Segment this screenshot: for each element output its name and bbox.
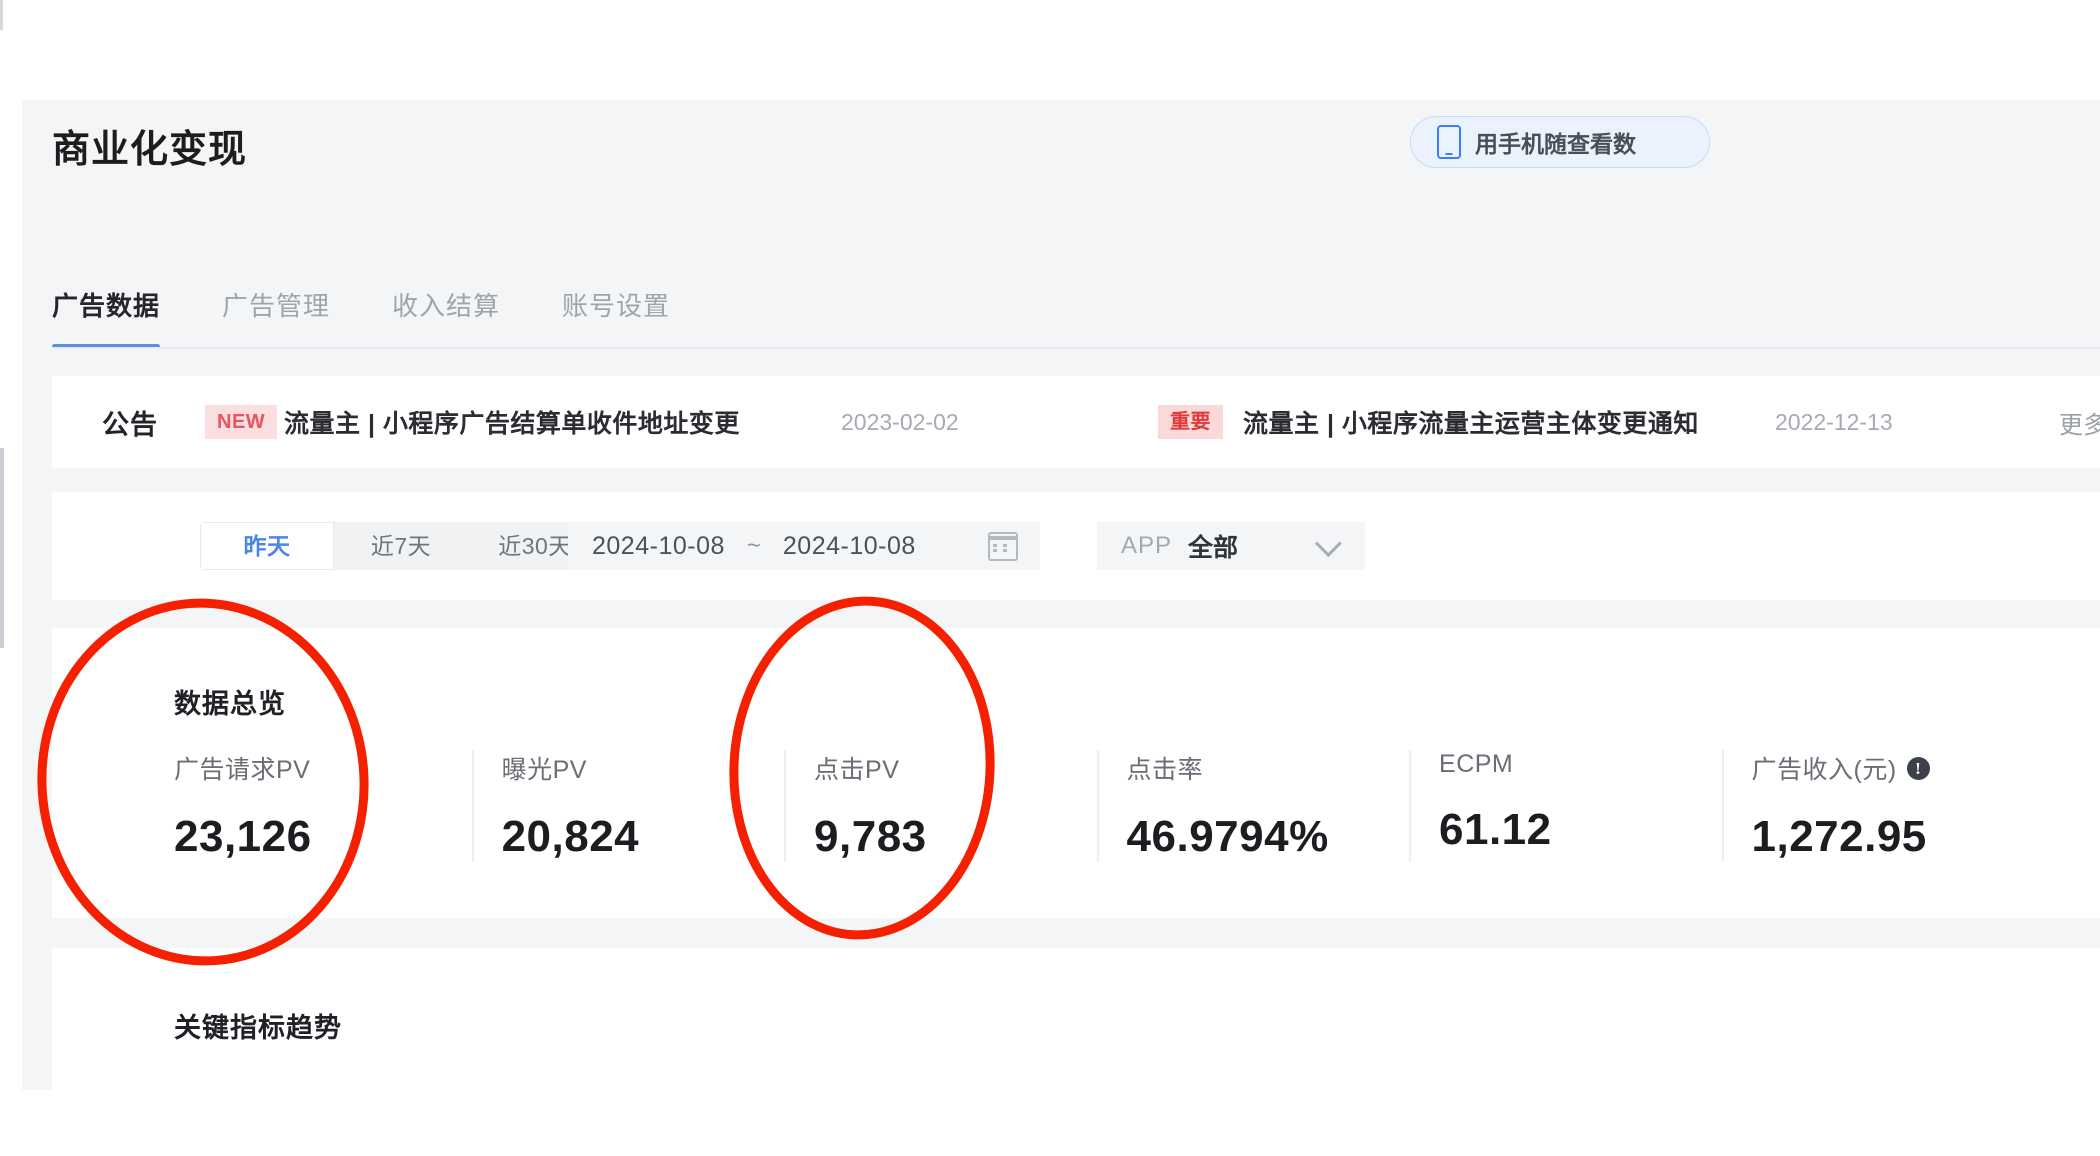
data-overview-title: 数据总览 <box>174 689 286 719</box>
tab-ad-management[interactable]: 广告管理 <box>222 286 330 349</box>
metric-value: 61.12 <box>1439 805 1552 854</box>
date-range-start[interactable]: 2024-10-08 <box>592 532 725 561</box>
announcement-badge-important: 重要 <box>1158 405 1223 439</box>
metric-exposure-pv: 曝光PV 20,824 <box>471 750 784 862</box>
metric-value: 20,824 <box>501 812 640 861</box>
metric-label-text: ECPM <box>1439 750 1514 778</box>
metric-label: 广告请求PV <box>174 750 472 786</box>
announcement-item-1-date: 2023-02-02 <box>841 408 959 435</box>
calendar-icon[interactable] <box>988 531 1018 561</box>
metric-value: 46.9794% <box>1126 812 1329 861</box>
page-title: 商业化变现 <box>52 129 248 171</box>
page-root: 商业化变现 用手机随查看数 广告数据 广告管理 收入结算 账号设置 公告 NEW… <box>0 0 2100 1156</box>
metric-label: 点击PV <box>814 750 1096 786</box>
announcement-item-2-date: 2022-12-13 <box>1775 408 1893 435</box>
date-quick-range-group: 昨天 近7天 近30天 <box>200 522 602 570</box>
metric-label-text: 广告收入(元) <box>1751 756 1897 784</box>
date-range-picker[interactable]: 2024-10-08 ~ 2024-10-08 <box>568 522 1040 570</box>
key-metrics-trend-title: 关键指标趋势 <box>174 1013 342 1043</box>
metric-label-text: 广告请求PV <box>174 756 311 784</box>
app-filter-label: APP <box>1121 532 1173 559</box>
metric-ecpm: ECPM 61.12 <box>1409 750 1721 862</box>
metric-click-rate: 点击率 46.9794% <box>1096 750 1409 862</box>
metric-label-text: 曝光PV <box>501 756 587 784</box>
mobile-view-button[interactable]: 用手机随查看数 <box>1410 116 1710 168</box>
metric-value: 1,272.95 <box>1751 812 1927 861</box>
metric-ad-revenue: 广告收入(元) ! 1,272.95 <box>1721 750 2034 862</box>
phone-icon <box>1437 125 1461 159</box>
quick-range-yesterday[interactable]: 昨天 <box>200 522 334 570</box>
metric-label: 广告收入(元) ! <box>1752 750 2034 786</box>
metric-value: 23,126 <box>174 812 312 861</box>
metric-value: 9,783 <box>814 812 927 861</box>
app-filter-select[interactable]: APP 全部 <box>1097 522 1365 570</box>
info-icon[interactable]: ! <box>1906 756 1930 780</box>
metric-list: 广告请求PV 23,126 曝光PV 20,824 点击PV 9,783 点击率 <box>174 750 2034 862</box>
metric-label: ECPM <box>1439 750 1721 779</box>
announcement-label: 公告 <box>102 409 158 440</box>
tab-bar: 广告数据 广告管理 收入结算 账号设置 <box>52 286 670 349</box>
announcement-item-1-text[interactable]: 流量主 | 小程序广告结算单收件地址变更 <box>284 404 740 440</box>
chevron-down-icon <box>1314 529 1342 557</box>
key-metrics-trend-card: 关键指标趋势 <box>52 948 2100 1090</box>
metric-label: 曝光PV <box>502 750 784 786</box>
mobile-view-button-label: 用手机随查看数 <box>1475 131 1636 157</box>
announcement-badge-new: NEW <box>205 405 278 439</box>
left-edge-rule-mid <box>0 448 4 648</box>
data-overview-card: 数据总览 广告请求PV 23,126 曝光PV 20,824 点击PV 9,78… <box>52 628 2100 918</box>
metric-label: 点击率 <box>1127 750 1409 786</box>
tab-account-settings[interactable]: 账号设置 <box>562 286 670 349</box>
page-header: 商业化变现 用手机随查看数 <box>52 116 2072 198</box>
announcement-item-2-text[interactable]: 流量主 | 小程序流量主运营主体变更通知 <box>1243 404 1699 440</box>
announcement-card: 公告 NEW 流量主 | 小程序广告结算单收件地址变更 2023-02-02 重… <box>52 376 2100 468</box>
metric-label-text: 点击PV <box>814 756 900 784</box>
tab-ad-data[interactable]: 广告数据 <box>52 286 161 349</box>
tab-bar-divider <box>52 347 2100 349</box>
quick-range-last-7-days[interactable]: 近7天 <box>334 522 468 570</box>
left-edge-rule-top <box>0 0 3 30</box>
tab-revenue-settlement[interactable]: 收入结算 <box>392 286 500 349</box>
announcement-more-link[interactable]: 更多 <box>2059 405 2100 440</box>
app-filter-value: 全部 <box>1188 534 1239 562</box>
metric-label-text: 点击率 <box>1126 756 1204 784</box>
metric-click-pv: 点击PV 9,783 <box>784 750 1096 862</box>
date-range-separator: ~ <box>746 532 761 559</box>
date-range-end[interactable]: 2024-10-08 <box>783 532 916 561</box>
metric-ad-request-pv: 广告请求PV 23,126 <box>174 750 472 862</box>
filter-card: 昨天 近7天 近30天 2024-10-08 ~ 2024-10-08 APP … <box>52 492 2100 600</box>
